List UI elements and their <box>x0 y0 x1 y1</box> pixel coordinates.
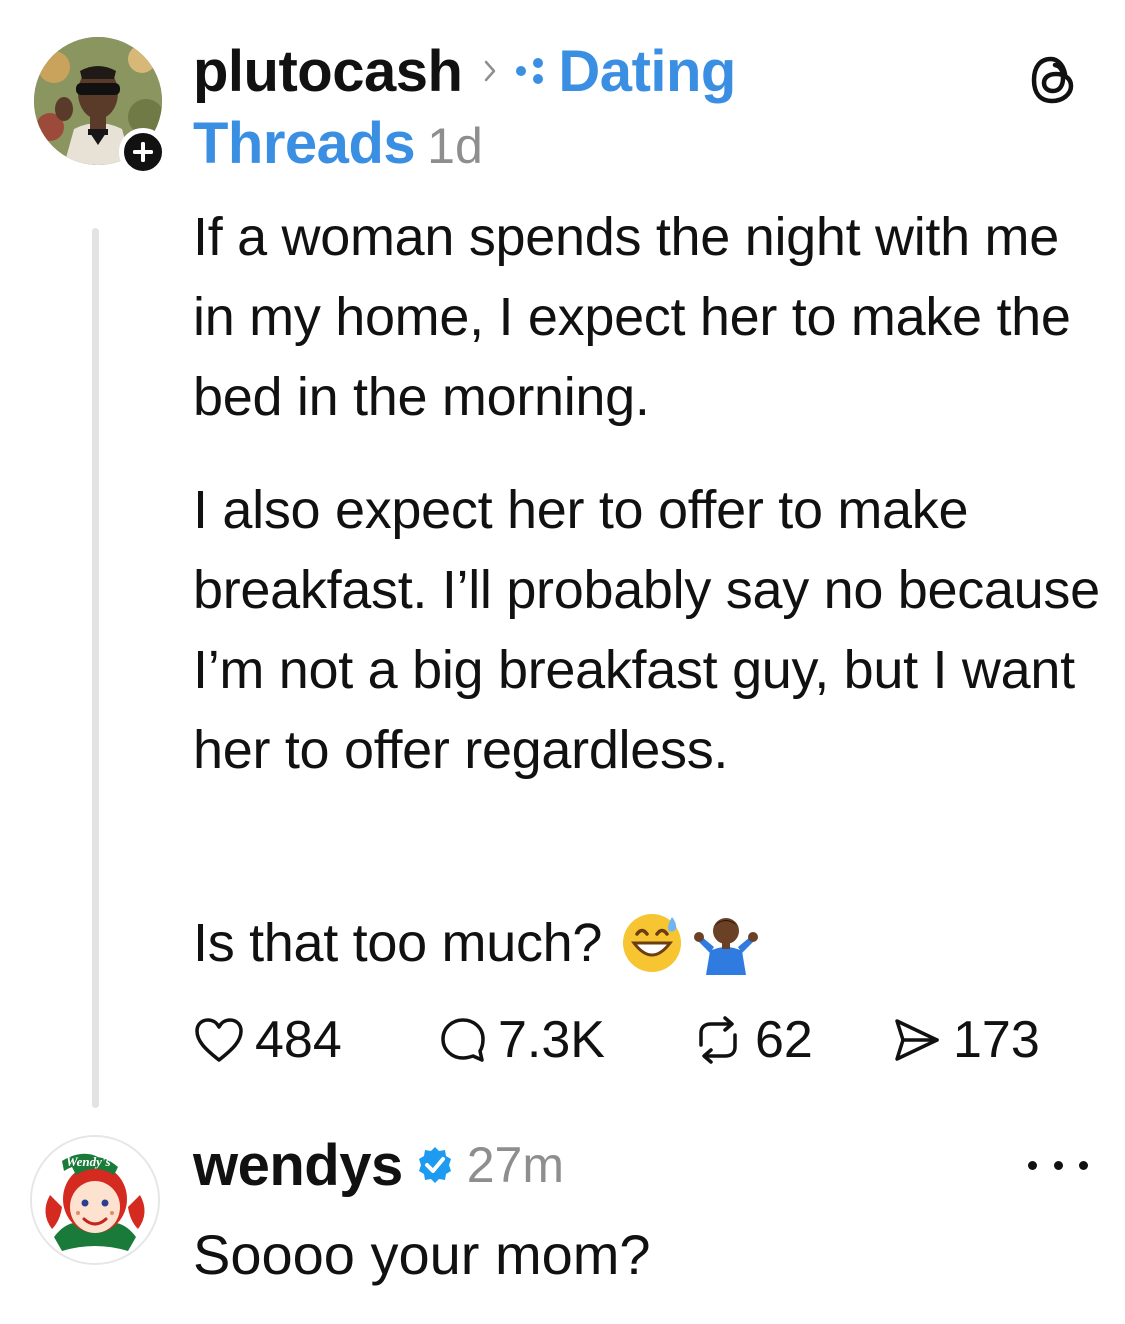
more-dot <box>1079 1160 1088 1170</box>
post-actions: 484 7.3K 62 173 <box>193 1005 1040 1075</box>
chevron-right-icon <box>470 59 510 83</box>
post-header: plutocash Dating <box>193 36 736 106</box>
person-shrugging-emoji-icon <box>692 911 760 975</box>
post-paragraph: If a woman spends the night with me in m… <box>193 207 1071 427</box>
repost-button[interactable]: 62 <box>691 1010 891 1070</box>
community-name-continued[interactable]: Threads <box>193 110 416 177</box>
share-icon <box>895 1019 939 1061</box>
community-name[interactable]: Dating <box>558 38 736 105</box>
thread-connector-line <box>92 228 99 1108</box>
verified-badge-icon <box>415 1145 455 1185</box>
follow-plus-icon[interactable] <box>119 128 167 176</box>
share-count: 173 <box>953 1011 1040 1069</box>
like-button[interactable]: 484 <box>193 1010 438 1070</box>
comment-button[interactable]: 7.3K <box>438 1010 691 1070</box>
reply-username[interactable]: wendys <box>193 1132 403 1199</box>
more-options-icon[interactable] <box>1028 1155 1088 1175</box>
reply-text: Soooo your mom? <box>193 1223 651 1286</box>
comment-icon <box>441 1018 485 1062</box>
post-paragraph: I also expect her to offer to make break… <box>193 480 1100 780</box>
more-dot <box>1053 1160 1063 1170</box>
post-header-second-line: Threads 1d <box>193 110 483 180</box>
post-timestamp: 1d <box>427 118 483 174</box>
like-count: 484 <box>255 1011 342 1069</box>
post-paragraph-question: Is that too much? <box>193 903 1103 983</box>
more-dot <box>1028 1160 1037 1170</box>
reply-header: wendys 27m <box>193 1130 564 1200</box>
share-button[interactable]: 173 <box>891 1010 1040 1070</box>
author-username[interactable]: plutocash <box>193 38 463 105</box>
repost-count: 62 <box>755 1011 813 1069</box>
grinning-sweat-emoji-icon <box>620 911 684 975</box>
reply-timestamp: 27m <box>466 1137 565 1193</box>
wendys-logo-text: Wendy's <box>66 1154 111 1169</box>
threads-logo-icon <box>1025 52 1081 108</box>
reply-author-avatar[interactable]: Wendy's <box>30 1135 160 1265</box>
heart-icon <box>195 1018 243 1062</box>
repost-icon <box>699 1016 737 1064</box>
post-question-text: Is that too much? <box>193 913 603 973</box>
reply-count: 7.3K <box>498 1011 605 1069</box>
community-dots-icon <box>514 56 548 86</box>
